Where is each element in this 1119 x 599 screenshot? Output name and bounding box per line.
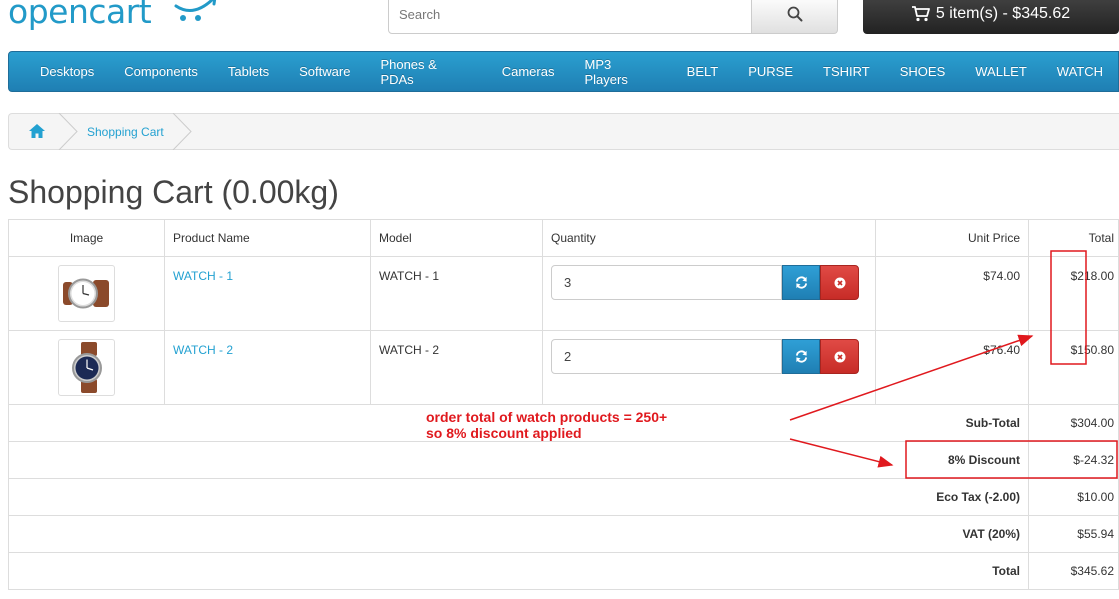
column-header-model: Model xyxy=(370,219,543,257)
totals-label: VAT (20%) xyxy=(8,515,1029,553)
menu-item-cameras[interactable]: Cameras xyxy=(487,64,570,79)
cart-table: Image Product Name Model Quantity Unit P… xyxy=(8,219,1119,590)
product-thumbnail[interactable] xyxy=(58,339,115,396)
remove-button[interactable] xyxy=(820,265,859,300)
remove-icon xyxy=(834,277,845,288)
search-group xyxy=(388,0,838,34)
quantity-input[interactable] xyxy=(551,339,782,374)
totals-label: Total xyxy=(8,552,1029,590)
menu-item-phones-pdas[interactable]: Phones & PDAs xyxy=(365,57,486,87)
table-row: WATCH - 1 WATCH - 1 3 $74.00 $218.00 xyxy=(8,256,1119,331)
totals-value: $304.00 xyxy=(1028,404,1119,442)
menu-item-components[interactable]: Components xyxy=(109,64,213,79)
column-header-product-name: Product Name xyxy=(164,219,371,257)
page-title: Shopping Cart (0.00kg) xyxy=(8,174,339,210)
totals-row: VAT (20%) $55.94 xyxy=(8,515,1119,553)
annotation-text: order total of watch products = 250+ so … xyxy=(426,409,667,441)
update-button[interactable] xyxy=(782,265,820,300)
line-total: $150.80 xyxy=(1070,343,1114,357)
totals-value: $10.00 xyxy=(1028,478,1119,516)
column-header-image: Image xyxy=(8,219,165,257)
totals-row: 8% Discount $-24.32 xyxy=(8,441,1119,479)
logo-text: opencart xyxy=(8,0,152,31)
image-cell xyxy=(8,330,165,405)
menu-item-wallet[interactable]: WALLET xyxy=(960,64,1042,79)
home-icon[interactable] xyxy=(28,123,46,139)
product-model: WATCH - 2 xyxy=(379,343,439,357)
product-model: WATCH - 1 xyxy=(379,269,439,283)
product-thumbnail[interactable] xyxy=(58,265,115,322)
annotation-line-1: order total of watch products = 250+ xyxy=(426,409,668,425)
logo-cart-icon xyxy=(174,0,217,21)
breadcrumb-separator xyxy=(58,113,78,150)
search-button[interactable] xyxy=(752,0,838,34)
menu-item-belt[interactable]: BELT xyxy=(672,64,734,79)
breadcrumb-shopping-cart[interactable]: Shopping Cart xyxy=(87,125,164,139)
table-row: WATCH - 2 WATCH - 2 2 $76.40 $150.80 xyxy=(8,330,1119,405)
image-cell xyxy=(8,256,165,331)
remove-button[interactable] xyxy=(820,339,859,374)
totals-label: Eco Tax (-2.00) xyxy=(8,478,1029,516)
menu-item-purse[interactable]: PURSE xyxy=(733,64,808,79)
quantity-input[interactable] xyxy=(551,265,782,300)
breadcrumb-separator xyxy=(172,113,192,150)
menu-item-shoes[interactable]: SHOES xyxy=(885,64,961,79)
shopping-cart-icon xyxy=(911,6,930,22)
watch-image-icon xyxy=(72,342,102,393)
unit-price: $76.40 xyxy=(983,343,1020,357)
menu-item-software[interactable]: Software xyxy=(284,64,365,79)
unit-price: $74.00 xyxy=(983,269,1020,283)
update-button[interactable] xyxy=(782,339,820,374)
product-name-link[interactable]: WATCH - 2 xyxy=(173,343,370,357)
breadcrumb: Shopping Cart xyxy=(8,113,1119,150)
menu-item-desktops[interactable]: Desktops xyxy=(9,64,109,79)
line-total: $218.00 xyxy=(1070,269,1114,283)
remove-icon xyxy=(834,351,845,362)
column-header-quantity: Quantity xyxy=(542,219,876,257)
quantity-group xyxy=(551,339,859,374)
cart-summary: 5 item(s) - $345.62 xyxy=(935,5,1071,22)
search-icon xyxy=(787,6,802,22)
menu-item-tshirt[interactable]: TSHIRT xyxy=(808,64,885,79)
menu-item-watch[interactable]: WATCH xyxy=(1042,64,1118,79)
refresh-icon xyxy=(795,276,807,289)
totals-row: Eco Tax (-2.00) $10.00 xyxy=(8,478,1119,516)
product-name-link[interactable]: WATCH - 1 xyxy=(173,269,370,283)
table-header-row: Image Product Name Model Quantity Unit P… xyxy=(8,219,1119,257)
totals-value: $345.62 xyxy=(1028,552,1119,590)
main-menu: Desktops Components Tablets Software Pho… xyxy=(8,51,1119,92)
totals-row: Total $345.62 xyxy=(8,552,1119,590)
cart-button[interactable]: 5 item(s) - $345.62 xyxy=(863,0,1119,34)
search-input[interactable] xyxy=(388,0,752,34)
column-header-unit-price: Unit Price xyxy=(875,219,1029,257)
column-header-total: Total xyxy=(1028,219,1119,257)
refresh-icon xyxy=(795,350,807,363)
quantity-group xyxy=(551,265,859,300)
annotation-line-2: so 8% discount applied xyxy=(426,425,582,441)
watch-image-icon xyxy=(63,278,109,309)
totals-value: $-24.32 xyxy=(1028,441,1119,479)
totals-label: 8% Discount xyxy=(8,441,1029,479)
totals-value: $55.94 xyxy=(1028,515,1119,553)
menu-item-mp3-players[interactable]: MP3 Players xyxy=(569,57,671,87)
menu-item-tablets[interactable]: Tablets xyxy=(213,64,284,79)
